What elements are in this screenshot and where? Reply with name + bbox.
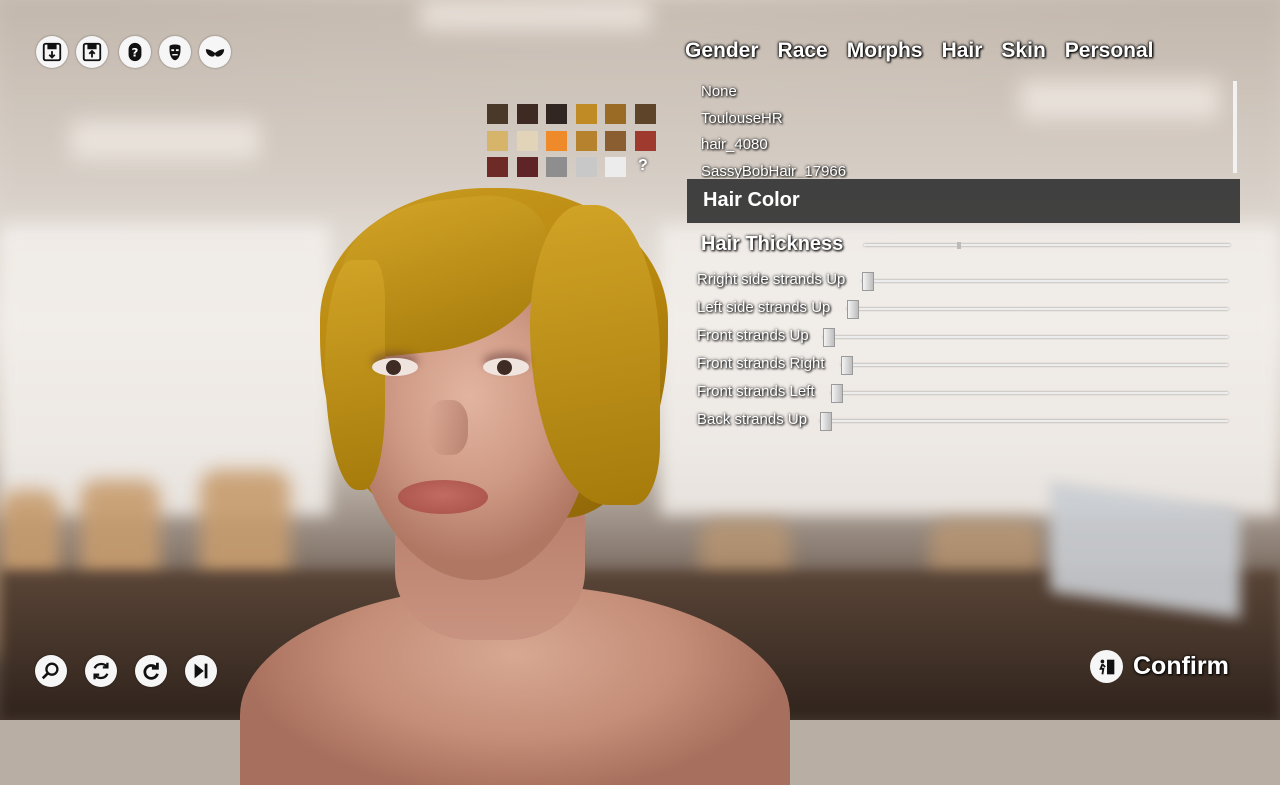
color-swatch[interactable] — [487, 130, 508, 151]
color-swatch[interactable] — [487, 104, 508, 124]
svg-text:?: ? — [132, 46, 139, 60]
strand-slider-knob[interactable] — [831, 384, 843, 403]
hair-list-scrollbar[interactable] — [1233, 81, 1237, 173]
beard-icon[interactable] — [159, 36, 191, 68]
slider-label: Back strands Up — [697, 411, 808, 428]
hair-style-list: None ToulouseHR hair_4080 SassyBobHair_1… — [701, 80, 1226, 178]
character-lips — [398, 480, 488, 514]
help-icon[interactable]: ? — [119, 36, 151, 68]
tab-gender[interactable]: Gender — [685, 39, 759, 63]
strand-slider-knob[interactable] — [847, 300, 859, 319]
strand-slider-track[interactable] — [862, 280, 1228, 282]
strand-slider-knob[interactable] — [823, 328, 835, 347]
save-upload-icon[interactable] — [76, 36, 108, 68]
color-swatch[interactable] — [487, 157, 508, 177]
strand-slider-knob[interactable] — [841, 356, 853, 375]
list-item[interactable]: ToulouseHR — [701, 107, 1226, 134]
color-swatch[interactable] — [516, 104, 538, 124]
slider-label: Front strands Up — [697, 327, 809, 344]
hair-left-side — [325, 260, 385, 490]
exit-door-icon — [1090, 650, 1123, 683]
character-right-eye — [483, 358, 529, 376]
strand-slider-track[interactable] — [847, 308, 1228, 310]
color-swatch[interactable] — [605, 157, 626, 177]
redo-icon[interactable] — [135, 655, 167, 687]
color-swatch[interactable] — [634, 130, 656, 151]
color-swatch[interactable] — [516, 157, 538, 177]
random-color-button[interactable]: ? — [638, 157, 648, 175]
list-item[interactable]: hair_4080 — [701, 133, 1226, 160]
color-swatch[interactable] — [634, 104, 656, 124]
confirm-label: Confirm — [1133, 652, 1229, 680]
tab-skin[interactable]: Skin — [1001, 39, 1045, 63]
tab-race[interactable]: Race — [778, 39, 828, 63]
strand-slider-track[interactable] — [820, 420, 1228, 422]
strand-slider-track[interactable] — [831, 392, 1228, 394]
bra-icon[interactable] — [199, 36, 231, 68]
tab-personal[interactable]: Personal — [1065, 39, 1154, 63]
color-swatch[interactable] — [516, 130, 538, 151]
tab-morphs[interactable]: Morphs — [847, 39, 923, 63]
slider-label: Rright side strands Up — [697, 271, 846, 288]
skip-icon[interactable] — [185, 655, 217, 687]
strand-slider-knob[interactable] — [862, 272, 874, 291]
confirm-button[interactable]: Confirm — [1090, 650, 1229, 683]
tab-hair[interactable]: Hair — [942, 39, 983, 63]
character-left-eye — [372, 358, 418, 376]
hair-color-label: Hair Color — [703, 189, 800, 211]
color-swatch[interactable] — [575, 157, 597, 177]
list-item[interactable]: None — [701, 80, 1226, 107]
hair-thickness-label: Hair Thickness — [701, 233, 844, 255]
color-swatch[interactable] — [605, 104, 626, 124]
strand-slider-track[interactable] — [823, 336, 1228, 338]
save-download-icon[interactable] — [36, 36, 68, 68]
slider-label: Front strands Left — [697, 383, 815, 400]
color-swatch[interactable] — [575, 130, 597, 151]
list-item[interactable]: SassyBobHair_17966 — [701, 160, 1226, 179]
color-swatch[interactable] — [546, 130, 567, 151]
category-tabs: Gender Race Morphs Hair Skin Personal — [685, 39, 1173, 63]
color-swatch[interactable] — [546, 157, 567, 177]
hair-thickness-slider[interactable] — [864, 244, 1230, 246]
slider-label: Left side strands Up — [697, 299, 831, 316]
hair-thickness-knob[interactable] — [957, 242, 962, 249]
character-nose — [428, 400, 468, 455]
color-swatch[interactable] — [605, 130, 626, 151]
color-swatch[interactable] — [546, 104, 567, 124]
slider-label: Front strands Right — [697, 355, 825, 372]
strand-slider-track[interactable] — [841, 364, 1228, 366]
rotate-icon[interactable] — [85, 655, 117, 687]
color-swatch[interactable] — [575, 104, 597, 124]
zoom-icon[interactable] — [35, 655, 67, 687]
strand-slider-knob[interactable] — [820, 412, 832, 431]
